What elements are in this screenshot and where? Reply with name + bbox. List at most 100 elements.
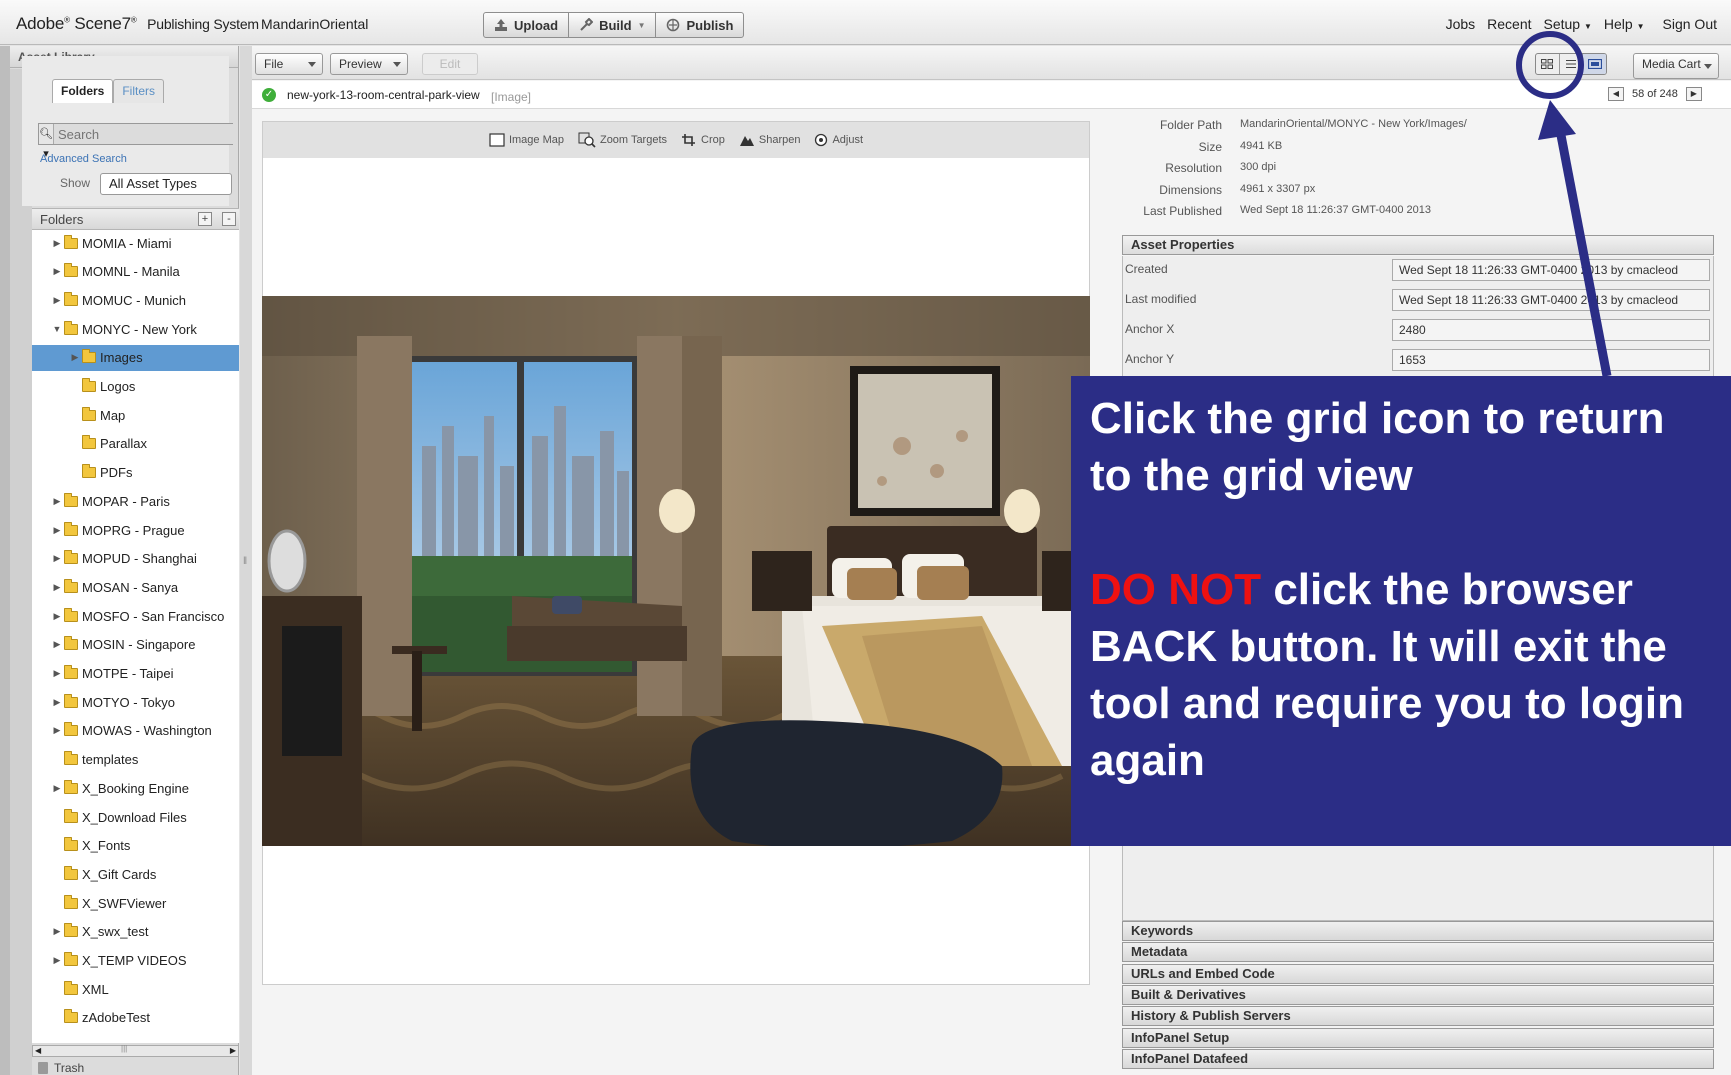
folder-item[interactable]: templates — [32, 747, 239, 773]
folder-item[interactable]: PDFs — [32, 460, 239, 486]
folder-item[interactable]: Logos — [32, 374, 239, 400]
folder-item[interactable]: ▶ MOMUC - Munich — [32, 287, 239, 313]
tree-horizontal-scrollbar[interactable]: ◀ ||| ▶ — [32, 1044, 239, 1057]
accordion-header[interactable]: Built & Derivatives — [1122, 984, 1714, 1005]
publish-button[interactable]: Publish — [656, 13, 743, 37]
list-view-button[interactable] — [1560, 54, 1584, 74]
collapsed-triangle-icon[interactable]: ▶ — [52, 496, 62, 507]
property-value[interactable]: 2480 — [1392, 319, 1710, 341]
folder-item[interactable]: X_Fonts — [32, 833, 239, 859]
folder-item[interactable]: ▶ MOPRG - Prague — [32, 517, 239, 543]
asset-properties-header[interactable]: Asset Properties — [1122, 235, 1714, 255]
upload-button[interactable]: Upload — [484, 13, 570, 37]
expanded-triangle-icon[interactable]: ▼ — [52, 324, 62, 334]
folder-item[interactable]: ▶ MOPAR - Paris — [32, 488, 239, 514]
folder-label: MOSAN - Sanya — [82, 579, 179, 595]
info-row: Size 4941 KB — [1110, 140, 1283, 160]
folder-item[interactable]: X_SWFViewer — [32, 890, 239, 916]
setup-menu[interactable]: Setup ▼ — [1544, 16, 1592, 32]
sharpen-tool[interactable]: Sharpen — [739, 133, 800, 147]
collapsed-triangle-icon[interactable]: ▶ — [52, 639, 62, 650]
accordion-header[interactable]: URLs and Embed Code — [1122, 963, 1714, 984]
add-folder-button[interactable]: + — [198, 212, 212, 226]
collapsed-triangle-icon[interactable]: ▶ — [52, 238, 62, 249]
folder-item[interactable]: ▶ MOMNL - Manila — [32, 259, 239, 285]
property-value[interactable]: 1653 — [1392, 349, 1710, 371]
detail-view-button[interactable] — [1583, 54, 1606, 74]
build-button[interactable]: Build ▼ — [569, 13, 657, 37]
folder-item[interactable]: Parallax — [32, 431, 239, 457]
company-name: MandarinOriental — [261, 16, 369, 32]
help-menu[interactable]: Help ▼ — [1604, 16, 1645, 32]
search-icon[interactable]: 🔍︎▾ — [39, 124, 54, 160]
folder-icon — [82, 406, 96, 421]
zoom-targets-tool[interactable]: Zoom Targets — [578, 132, 667, 148]
asset-type-select[interactable]: All Asset Types — [100, 173, 232, 195]
property-row: Last modified Wed Sept 18 11:26:33 GMT-04… — [1125, 289, 1711, 313]
accordion-header[interactable]: Metadata — [1122, 942, 1714, 963]
sign-out-link[interactable]: Sign Out — [1663, 16, 1717, 32]
folder-item[interactable]: ▶ X_Booking Engine — [32, 775, 239, 801]
folder-item[interactable]: ▶ MOMIA - Miami — [32, 230, 239, 256]
folder-item[interactable]: XML — [32, 976, 239, 1002]
advanced-search-link[interactable]: Advanced Search — [40, 153, 127, 165]
property-row: Created Wed Sept 18 11:26:33 GMT-0400 201… — [1125, 259, 1711, 283]
folder-item[interactable]: X_Gift Cards — [32, 861, 239, 887]
collapsed-triangle-icon[interactable]: ▶ — [52, 553, 62, 564]
accordion-header[interactable]: Keywords — [1122, 921, 1714, 941]
collapsed-triangle-icon[interactable]: ▶ — [52, 725, 62, 736]
previous-asset-button[interactable]: ◀ — [1608, 87, 1624, 101]
folder-item[interactable]: ▶ X_swx_test — [32, 919, 239, 945]
adjust-tool[interactable]: Adjust — [814, 133, 863, 147]
folder-item[interactable]: ▶ MOWAS - Washington — [32, 718, 239, 744]
collapsed-triangle-icon[interactable]: ▶ — [52, 926, 62, 937]
collapsed-triangle-icon[interactable]: ▶ — [52, 783, 62, 794]
search-input[interactable] — [53, 124, 234, 144]
collapsed-triangle-icon[interactable]: ▶ — [52, 582, 62, 593]
folder-item[interactable]: ▶ MOPUD - Shanghai — [32, 546, 239, 572]
file-menu[interactable]: File — [255, 53, 323, 75]
folder-item[interactable]: ▶ Images — [32, 344, 239, 371]
folder-item[interactable]: zAdobeTest — [32, 1005, 239, 1031]
folder-item[interactable]: Map — [32, 402, 239, 428]
tab-folders[interactable]: Folders — [52, 79, 114, 103]
folder-item[interactable]: ▶ MOSIN - Singapore — [32, 632, 239, 658]
collapsed-triangle-icon[interactable]: ▶ — [52, 668, 62, 679]
folder-item[interactable]: ▶ MOSAN - Sanya — [32, 574, 239, 600]
trash-item[interactable]: Trash — [38, 1061, 84, 1075]
scroll-left-icon[interactable]: ◀ — [35, 1046, 41, 1055]
collapsed-triangle-icon[interactable]: ▶ — [52, 611, 62, 622]
accordion-header[interactable]: InfoPanel Datafeed — [1122, 1048, 1714, 1069]
folder-item[interactable]: ▶ MOSFO - San Francisco — [32, 603, 239, 629]
image-map-tool[interactable]: Image Map — [489, 133, 564, 147]
edit-button[interactable]: Edit — [422, 53, 478, 75]
property-value[interactable]: Wed Sept 18 11:26:33 GMT-0400 2013 by cm… — [1392, 259, 1710, 281]
asset-name: new-york-13-room-central-park-view — [287, 88, 480, 102]
collapsed-triangle-icon[interactable]: ▶ — [52, 955, 62, 966]
media-cart-menu[interactable]: Media Cart — [1633, 53, 1719, 79]
preview-menu[interactable]: Preview — [330, 53, 408, 75]
grid-view-button[interactable] — [1536, 54, 1560, 74]
recent-link[interactable]: Recent — [1487, 16, 1531, 32]
next-asset-button[interactable]: ▶ — [1685, 87, 1702, 101]
folder-label: MOWAS - Washington — [82, 723, 212, 739]
collapsed-triangle-icon[interactable]: ▶ — [52, 525, 62, 536]
folder-item[interactable]: ▶ MOTYO - Tokyo — [32, 689, 239, 715]
crop-tool[interactable]: Crop — [681, 133, 725, 147]
scroll-right-icon[interactable]: ▶ — [230, 1046, 236, 1055]
collapsed-triangle-icon[interactable]: ▶ — [52, 295, 62, 306]
tab-filters[interactable]: Filters — [113, 79, 165, 103]
folder-item[interactable]: ▶ X_TEMP VIDEOS — [32, 948, 239, 974]
collapsed-triangle-icon[interactable]: ▶ — [52, 697, 62, 708]
property-value[interactable]: Wed Sept 18 11:26:33 GMT-0400 2013 by cm… — [1392, 289, 1710, 311]
jobs-link[interactable]: Jobs — [1446, 16, 1476, 32]
folder-item[interactable]: ▶ MOTPE - Taipei — [32, 661, 239, 687]
remove-folder-button[interactable]: - — [222, 212, 236, 226]
folder-item[interactable]: ▼ MONYC - New York — [32, 316, 239, 342]
accordion-header[interactable]: InfoPanel Setup — [1122, 1027, 1714, 1048]
callout-line-1: Click the grid icon to return — [1090, 394, 1665, 443]
accordion-header[interactable]: History & Publish Servers — [1122, 1006, 1714, 1027]
folder-item[interactable]: X_Download Files — [32, 804, 239, 830]
collapsed-triangle-icon[interactable]: ▶ — [52, 266, 62, 277]
collapsed-triangle-icon[interactable]: ▶ — [70, 352, 80, 363]
